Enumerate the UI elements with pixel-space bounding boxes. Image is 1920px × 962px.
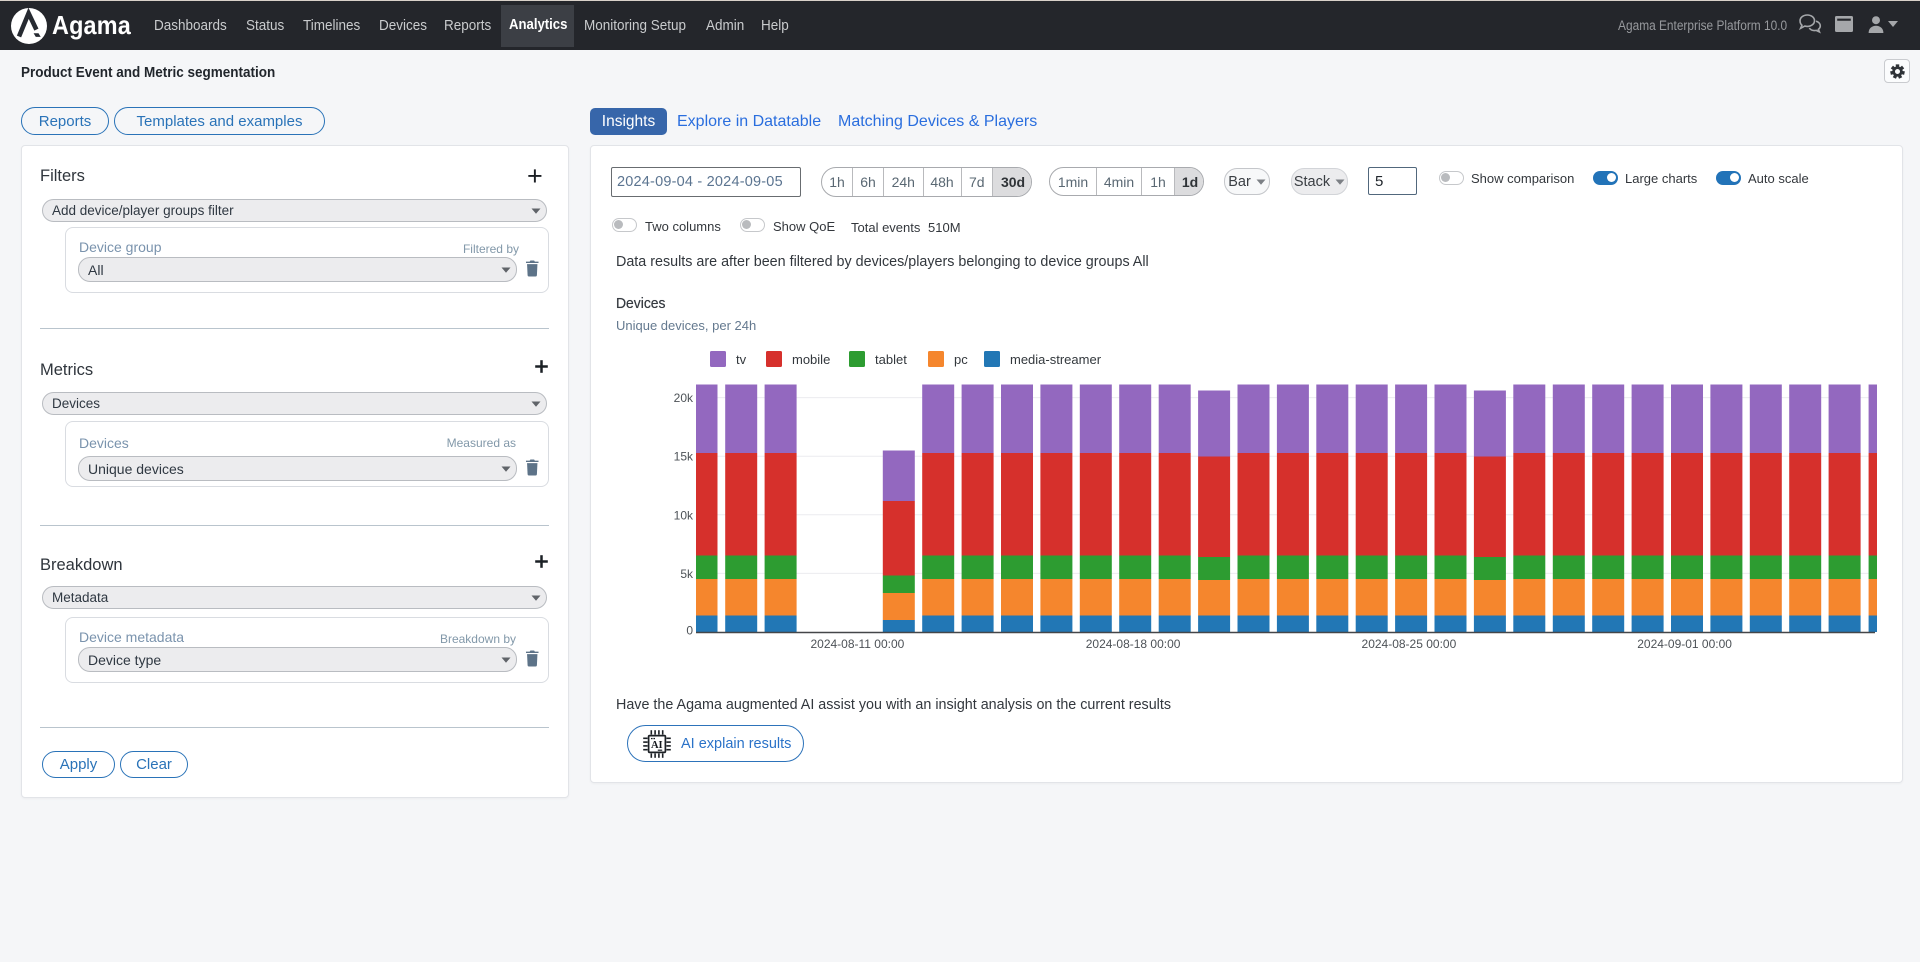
svg-text:2024-08-25 00:00: 2024-08-25 00:00 [1362,637,1457,651]
svg-text:10k: 10k [674,508,694,522]
svg-text:AI: AI [651,740,663,751]
svg-text:2024-09-01 00:00: 2024-09-01 00:00 [1637,637,1732,651]
svg-text:5k: 5k [680,567,694,581]
svg-text:2024-08-11 00:00: 2024-08-11 00:00 [810,637,904,651]
svg-text:15k: 15k [674,450,694,464]
svg-text:20k: 20k [674,391,694,405]
svg-text:2024-08-18 00:00: 2024-08-18 00:00 [1086,637,1181,651]
svg-text:0: 0 [686,624,693,638]
